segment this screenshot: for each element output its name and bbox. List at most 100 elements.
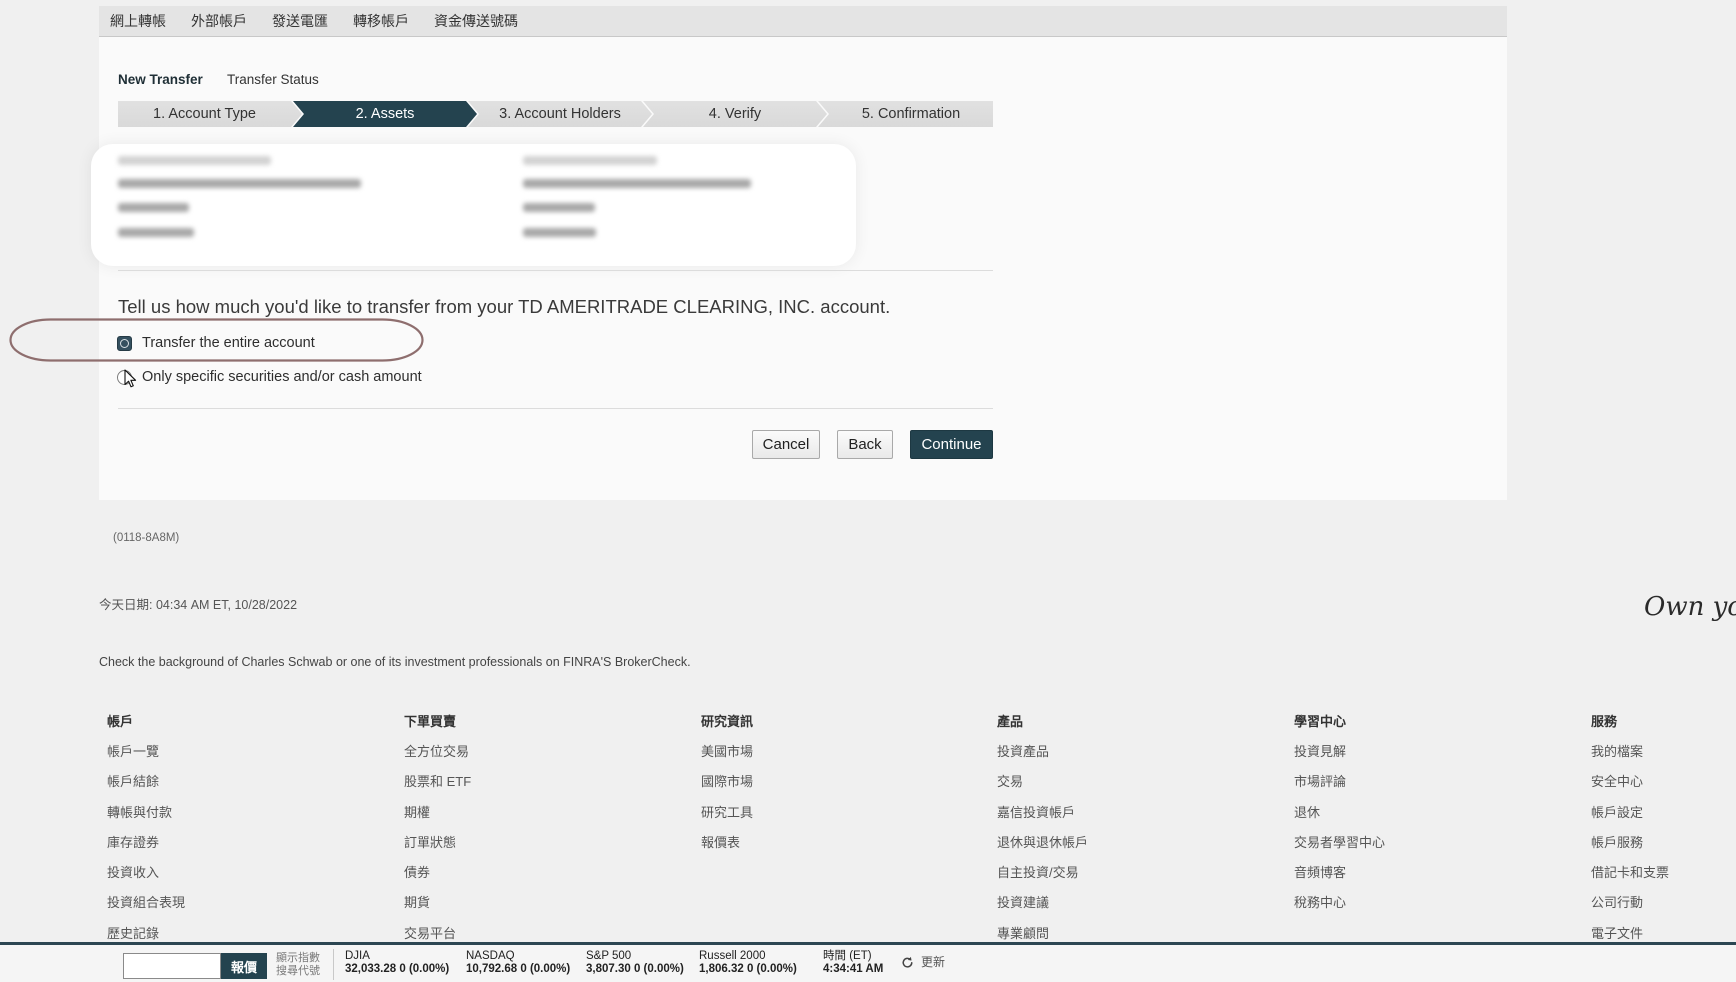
footer-link[interactable]: 投資收入 — [107, 858, 185, 888]
blurred-text — [118, 156, 271, 165]
divider — [118, 270, 993, 271]
mouse-cursor-icon — [124, 369, 137, 388]
index-value: 10,792.68 0 (0.00%) — [466, 963, 571, 975]
footer-heading: 研究資訊 — [701, 714, 754, 729]
index-sp500: S&P 500 3,807.30 0 (0.00%) — [586, 950, 684, 976]
footer-link[interactable]: 交易 — [997, 767, 1088, 797]
footer-link[interactable]: 帳戶設定 — [1591, 798, 1669, 828]
index-value: 3,807.30 0 (0.00%) — [586, 963, 684, 975]
blurred-text — [523, 203, 595, 212]
footer-link[interactable]: 退休與退休帳戶 — [997, 828, 1088, 858]
step-confirmation: 5. Confirmation — [818, 101, 993, 127]
footer-link[interactable]: 研究工具 — [701, 798, 753, 828]
index-name: DJIA — [345, 950, 370, 962]
footer-heading: 服務 — [1591, 714, 1618, 729]
blurred-text — [118, 228, 194, 237]
footer-heading: 產品 — [997, 714, 1024, 729]
footer-link[interactable]: 稅務中心 — [1294, 888, 1385, 918]
footer-link[interactable]: 股票和 ETF — [404, 767, 471, 797]
footer-link[interactable]: 全方位交易 — [404, 737, 471, 767]
symbol-input[interactable] — [123, 953, 221, 979]
blurred-text — [523, 228, 596, 237]
tab-transfer-status[interactable]: Transfer Status — [227, 71, 319, 89]
quote-ticker-bar: 報價 顯示指數 搜尋代號 DJIA 32,033.28 0 (0.00%) NA… — [0, 942, 1736, 982]
blurred-text — [523, 179, 751, 188]
page-code: (0118-8A8M) — [113, 532, 180, 544]
refresh-icon[interactable] — [901, 956, 914, 969]
footer-link[interactable]: 債券 — [404, 858, 471, 888]
step-assets: 2. Assets — [293, 101, 477, 127]
footer-link[interactable]: 借記卡和支票 — [1591, 858, 1669, 888]
continue-button[interactable]: Continue — [910, 430, 993, 459]
footer-link[interactable]: 嘉信投資帳戶 — [997, 798, 1088, 828]
footer-link[interactable]: 帳戶結餘 — [107, 767, 185, 797]
footer-column-research: 研究資訊 美國市場 國際市場 研究工具 報價表 — [701, 707, 753, 858]
option-specific-securities[interactable]: Only specific securities and/or cash amo… — [117, 369, 422, 385]
footer-column-accounts: 帳戶 帳戶一覽 帳戶結餘 轉帳與付款 庫存證券 投資收入 投資組合表現 歷史記錄 — [107, 707, 185, 949]
footer-link[interactable]: 投資建議 — [997, 888, 1088, 918]
step-account-holders: 3. Account Holders — [468, 101, 652, 127]
index-djia: DJIA 32,033.28 0 (0.00%) — [345, 950, 449, 976]
current-date: 今天日期: 04:34 AM ET, 10/28/2022 — [99, 598, 298, 612]
index-nasdaq: NASDAQ 10,792.68 0 (0.00%) — [466, 950, 570, 976]
blurred-text — [523, 156, 657, 165]
footer-heading: 下單買賣 — [404, 714, 457, 729]
index-name: Russell 2000 — [699, 950, 766, 962]
footer-heading: 學習中心 — [1294, 714, 1347, 729]
footer-link[interactable]: 交易者學習中心 — [1294, 828, 1385, 858]
blurred-text — [118, 179, 361, 188]
footer-link[interactable]: 公司行動 — [1591, 888, 1669, 918]
option-label[interactable]: Only specific securities and/or cash amo… — [142, 369, 422, 385]
refresh-link[interactable]: 更新 — [921, 955, 945, 970]
time-label: 時間 (ET) — [823, 950, 872, 962]
index-name: NASDAQ — [466, 950, 515, 962]
footer-link[interactable]: 退休 — [1294, 798, 1385, 828]
get-quote-button[interactable]: 報價 — [221, 953, 267, 979]
show-indices-link[interactable]: 顯示指數 — [276, 952, 320, 964]
footer-link[interactable]: 庫存證券 — [107, 828, 185, 858]
footer-link[interactable]: 投資產品 — [997, 737, 1088, 767]
symbol-lookup-link[interactable]: 搜尋代號 — [276, 965, 320, 977]
footer-link[interactable]: 帳戶服務 — [1591, 828, 1669, 858]
nav-external-accounts[interactable]: 外部帳戶 — [191, 11, 247, 31]
footer-link[interactable]: 安全中心 — [1591, 767, 1669, 797]
step-verify: 4. Verify — [643, 101, 827, 127]
footer-column-products: 產品 投資產品 交易 嘉信投資帳戶 退休與退休帳戶 自主投資/交易 投資建議 專… — [997, 707, 1088, 949]
footer-link[interactable]: 市場評論 — [1294, 767, 1385, 797]
brokercheck-notice: Check the background of Charles Schwab o… — [99, 655, 691, 669]
time-value: 4:34:41 AM — [823, 963, 884, 975]
footer-link[interactable]: 期權 — [404, 798, 471, 828]
footer-link[interactable]: 報價表 — [701, 828, 753, 858]
nav-transfer-account[interactable]: 轉移帳戶 — [353, 11, 409, 31]
footer-link[interactable]: 投資組合表現 — [107, 888, 185, 918]
progress-steps: 1. Account Type 2. Assets 3. Account Hol… — [118, 101, 993, 127]
footer-column-trade: 下單買賣 全方位交易 股票和 ETF 期權 訂單狀態 債券 期貨 交易平台 — [404, 707, 471, 949]
footer-link[interactable]: 投資見解 — [1294, 737, 1385, 767]
ticker-divider — [333, 949, 334, 980]
index-value: 32,033.28 0 (0.00%) — [345, 963, 450, 975]
footer-column-service: 服務 我的檔案 安全中心 帳戶設定 帳戶服務 借記卡和支票 公司行動 電子文件 — [1591, 707, 1669, 949]
footer-link[interactable]: 期貨 — [404, 888, 471, 918]
footer-link[interactable]: 自主投資/交易 — [997, 858, 1088, 888]
brand-tagline: Own yo — [1644, 592, 1736, 622]
index-name: S&P 500 — [586, 950, 632, 962]
nav-wire-transfer[interactable]: 發送電匯 — [272, 11, 328, 31]
nav-online-transfer[interactable]: 網上轉帳 — [110, 11, 166, 31]
blurred-account-summary-card — [91, 144, 856, 266]
footer-link[interactable]: 我的檔案 — [1591, 737, 1669, 767]
footer-link[interactable]: 音頻博客 — [1294, 858, 1385, 888]
index-russell-2000: Russell 2000 1,806.32 0 (0.00%) — [699, 950, 797, 976]
footer-heading: 帳戶 — [107, 714, 134, 729]
tab-new-transfer[interactable]: New Transfer — [118, 71, 203, 89]
back-button[interactable]: Back — [837, 430, 893, 459]
cancel-button[interactable]: Cancel — [752, 430, 820, 459]
nav-funds-transfer-number[interactable]: 資金傳送號碼 — [434, 11, 518, 31]
footer-link[interactable]: 國際市場 — [701, 767, 753, 797]
footer-link[interactable]: 美國市場 — [701, 737, 753, 767]
footer-link[interactable]: 轉帳與付款 — [107, 798, 185, 828]
index-value: 1,806.32 0 (0.00%) — [699, 963, 797, 975]
footer-link[interactable]: 訂單狀態 — [404, 828, 471, 858]
divider — [118, 408, 993, 409]
footer-link[interactable]: 帳戶一覽 — [107, 737, 185, 767]
blurred-text — [118, 203, 189, 212]
